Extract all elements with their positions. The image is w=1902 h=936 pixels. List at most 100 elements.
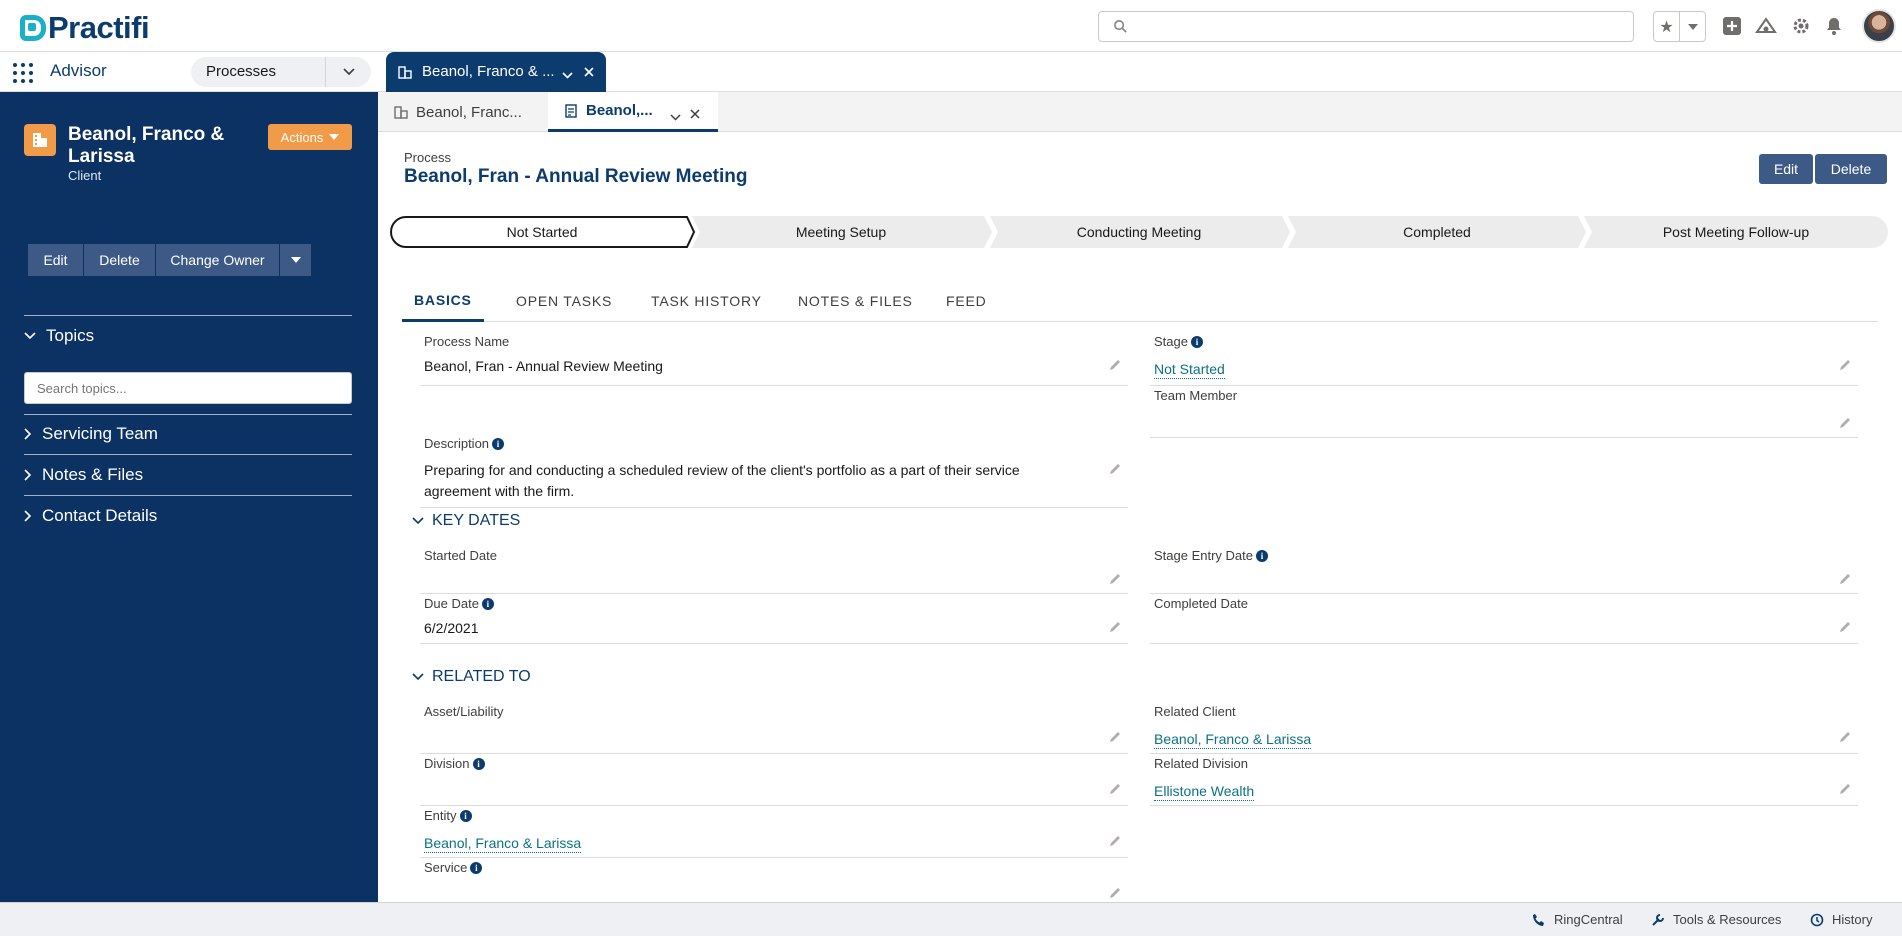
search-icon — [1114, 20, 1127, 33]
close-icon[interactable] — [690, 106, 700, 123]
field-label: Team Member — [1154, 388, 1238, 403]
account-button-group: Edit Delete Change Owner — [28, 244, 312, 276]
tab-task-history[interactable]: TASK HISTORY — [639, 280, 774, 322]
tab-open-tasks[interactable]: OPEN TASKS — [504, 280, 624, 322]
favorites-dropdown-icon[interactable] — [1680, 12, 1705, 41]
field-description: Description i Preparing for and conductin… — [420, 436, 1128, 508]
info-icon[interactable]: i — [492, 437, 505, 450]
change-owner-button[interactable]: Change Owner — [156, 244, 280, 276]
trailhead-guidance-icon[interactable] — [1754, 14, 1778, 38]
record-delete-button[interactable]: Delete — [1815, 154, 1887, 184]
chevron-down-icon[interactable] — [325, 57, 371, 87]
chevron-down-icon[interactable] — [670, 108, 681, 125]
edit-pencil-icon[interactable] — [1108, 886, 1122, 900]
object-nav-select[interactable]: Processes — [191, 57, 371, 87]
related-to-section-toggle[interactable]: RELATED TO — [412, 666, 531, 688]
path-stage-completed[interactable]: Completed — [1292, 216, 1582, 248]
edit-pencil-icon[interactable] — [1108, 782, 1122, 796]
info-icon[interactable]: i — [459, 809, 472, 822]
edit-pencil-icon[interactable] — [1108, 358, 1122, 372]
global-search-input[interactable] — [1098, 11, 1634, 42]
field-completed-date: Completed Date — [1150, 596, 1858, 644]
topics-section-toggle[interactable]: Topics — [24, 324, 94, 348]
subtab-label: Beanol,... — [586, 102, 653, 119]
notifications-bell-icon[interactable] — [1822, 14, 1846, 38]
edit-pencil-icon[interactable] — [1838, 730, 1852, 744]
record-title: Beanol, Fran - Annual Review Meeting — [404, 166, 748, 187]
subtab-account[interactable]: Beanol, Franc... — [378, 92, 548, 132]
edit-pencil-icon[interactable] — [1838, 416, 1852, 430]
stage-value-link[interactable]: Not Started — [1154, 360, 1225, 379]
utility-label: RingCentral — [1554, 912, 1623, 927]
more-actions-button[interactable] — [280, 244, 312, 276]
path-stage-not-started[interactable]: Not Started — [390, 216, 694, 248]
tab-notes-files[interactable]: NOTES & FILES — [786, 280, 925, 322]
sidebar-edit-button[interactable]: Edit — [28, 244, 84, 276]
subtab-bar: Beanol, Franc... Beanol,... — [378, 92, 1902, 132]
workspace-tab-primary[interactable]: Beanol, Franco & ... — [386, 52, 606, 92]
record-edit-button[interactable]: Edit — [1759, 154, 1813, 184]
field-asset-liability: Asset/Liability — [420, 704, 1128, 754]
path-stage-post-meeting-follow-up[interactable]: Post Meeting Follow-up — [1588, 216, 1884, 248]
path-stage-conducting-meeting[interactable]: Conducting Meeting — [994, 216, 1284, 248]
field-label: Description i — [424, 436, 505, 451]
field-stage: Stage i Not Started — [1150, 334, 1858, 386]
process-icon — [565, 103, 577, 118]
divider — [24, 495, 352, 496]
setup-gear-icon[interactable] — [1789, 14, 1813, 38]
edit-pencil-icon[interactable] — [1838, 572, 1852, 586]
contact-details-section-toggle[interactable]: Contact Details — [24, 504, 157, 528]
utility-label: History — [1832, 912, 1873, 927]
edit-pencil-icon[interactable] — [1838, 358, 1852, 372]
field-label: Related Client — [1154, 704, 1236, 719]
phone-icon — [1533, 913, 1544, 926]
edit-pencil-icon[interactable] — [1838, 620, 1852, 634]
edit-pencil-icon[interactable] — [1108, 834, 1122, 848]
app-launcher-icon[interactable] — [13, 63, 33, 83]
info-icon[interactable]: i — [470, 861, 483, 874]
stage-path: Not Started Meeting Setup Conducting Mee… — [390, 216, 1888, 248]
edit-pencil-icon[interactable] — [1838, 782, 1852, 796]
close-icon[interactable] — [584, 64, 594, 82]
servicing-team-section-toggle[interactable]: Servicing Team — [24, 422, 158, 446]
description-value: Preparing for and conducting a scheduled… — [424, 462, 1020, 499]
account-name: Beanol, Franco & Larissa — [68, 124, 225, 167]
actions-button[interactable]: Actions — [268, 124, 352, 150]
user-avatar[interactable] — [1862, 9, 1896, 43]
related-client-link[interactable]: Beanol, Franco & Larissa — [1154, 730, 1312, 749]
caret-down-icon — [329, 134, 340, 140]
edit-pencil-icon[interactable] — [1108, 730, 1122, 744]
info-icon[interactable]: i — [481, 597, 494, 610]
tab-basics[interactable]: BASICS — [402, 280, 484, 322]
tab-feed[interactable]: FEED — [934, 280, 999, 322]
subtab-process[interactable]: Beanol,... — [548, 92, 718, 132]
info-icon[interactable]: i — [1256, 549, 1268, 562]
key-dates-section-toggle[interactable]: KEY DATES — [412, 510, 520, 532]
edit-pencil-icon[interactable] — [1108, 462, 1122, 476]
entity-link[interactable]: Beanol, Franco & Larissa — [424, 834, 582, 853]
practifi-logo[interactable]: Practifi — [20, 10, 150, 46]
path-stage-meeting-setup[interactable]: Meeting Setup — [696, 216, 986, 248]
utility-tools-resources[interactable]: Tools & Resources — [1651, 912, 1781, 927]
subtab-label: Beanol, Franc... — [416, 103, 522, 121]
notes-files-section-toggle[interactable]: Notes & Files — [24, 463, 143, 487]
utility-history[interactable]: History — [1810, 912, 1872, 927]
account-sidebar: Beanol, Franco & Larissa Client Actions … — [0, 92, 378, 902]
app-name: Advisor — [50, 61, 107, 80]
global-actions-plus-icon[interactable] — [1720, 14, 1744, 38]
utility-ringcentral[interactable]: RingCentral — [1532, 912, 1623, 927]
object-nav-label: Processes — [206, 63, 277, 80]
related-division-link[interactable]: Ellistone Wealth — [1154, 782, 1255, 801]
info-icon[interactable]: i — [472, 757, 485, 770]
search-topics-input[interactable] — [24, 372, 352, 404]
edit-pencil-icon[interactable] — [1108, 620, 1122, 634]
field-label: Entity i — [424, 808, 472, 823]
edit-pencil-icon[interactable] — [1108, 572, 1122, 586]
field-service: Service i — [420, 860, 1128, 902]
sidebar-delete-button[interactable]: Delete — [84, 244, 156, 276]
stage-entry-date-label: Stage Entry Date — [1154, 548, 1253, 563]
field-label: Related Division — [1154, 756, 1248, 771]
favorites-star-icon[interactable]: ★ — [1654, 12, 1680, 41]
info-icon[interactable]: i — [1190, 335, 1203, 348]
chevron-down-icon[interactable] — [562, 66, 573, 84]
